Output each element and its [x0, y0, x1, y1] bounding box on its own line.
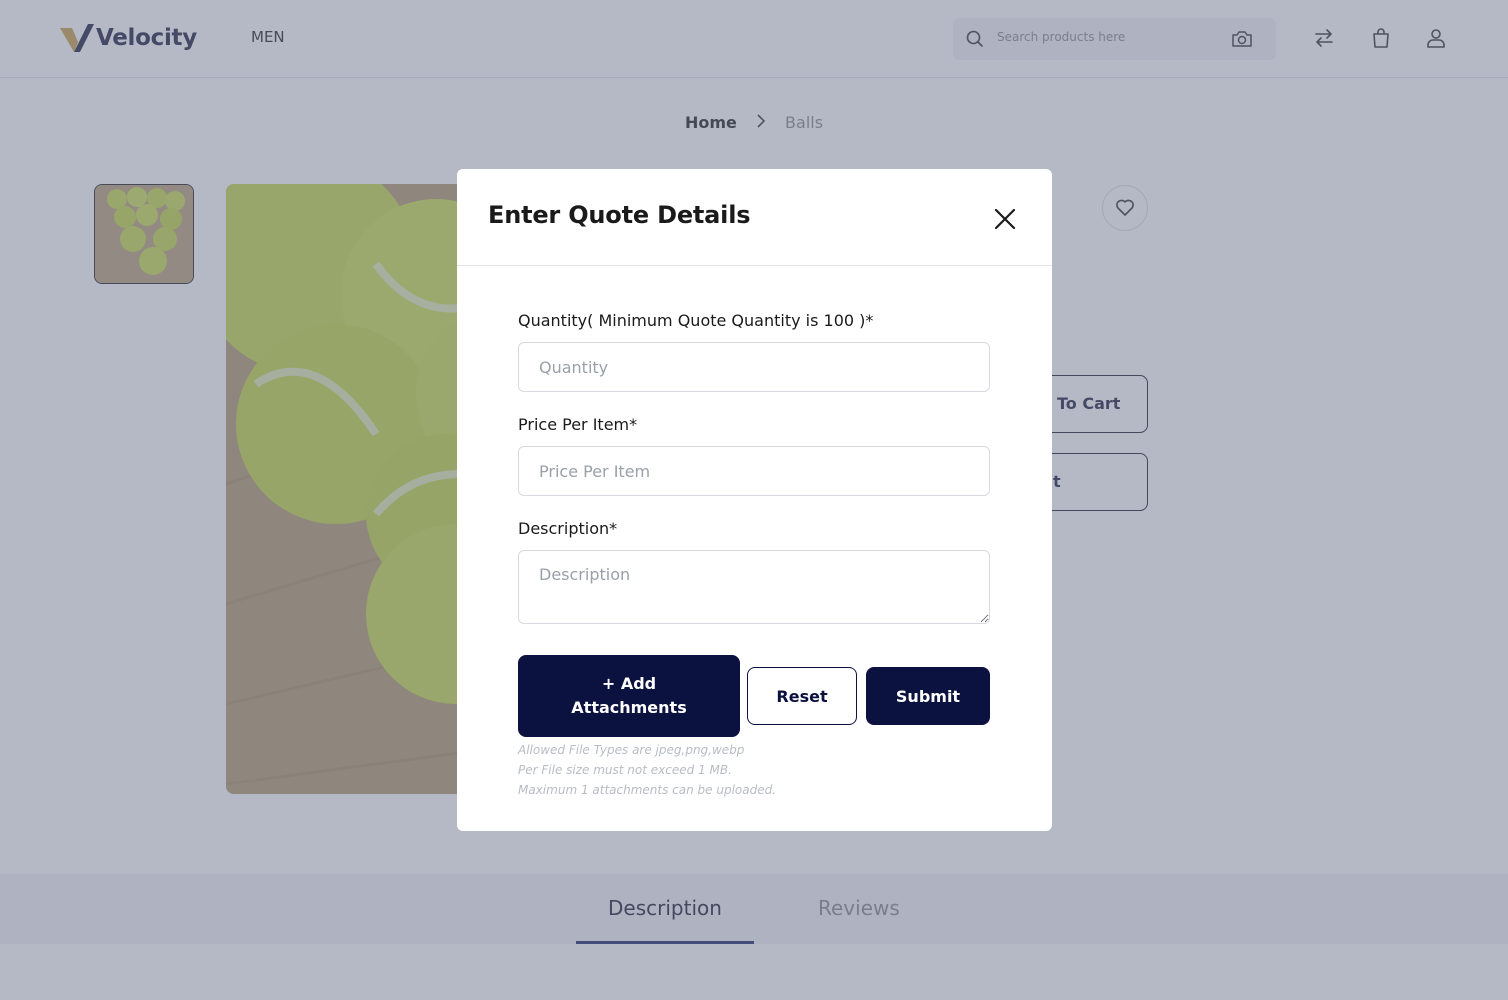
add-attachments-button[interactable]: + Add Attachments — [518, 655, 740, 737]
reset-button[interactable]: Reset — [747, 667, 857, 725]
description-label: Description* — [518, 519, 618, 538]
quantity-label: Quantity( Minimum Quote Quantity is 100 … — [518, 311, 874, 330]
attachment-note-max-count: Maximum 1 attachments can be uploaded. — [518, 783, 777, 797]
modal-title: Enter Quote Details — [488, 201, 751, 229]
quantity-input[interactable] — [518, 342, 990, 392]
attachment-note-file-types: Allowed File Types are jpeg,png,webp — [518, 743, 745, 757]
description-textarea[interactable] — [518, 550, 990, 624]
submit-button[interactable]: Submit — [866, 667, 990, 725]
modal-divider — [457, 265, 1052, 266]
close-icon[interactable] — [991, 205, 1019, 233]
attachment-note-file-size: Per File size must not exceed 1 MB. — [518, 763, 732, 777]
price-per-item-input[interactable] — [518, 446, 990, 496]
price-label: Price Per Item* — [518, 415, 638, 434]
quote-modal: Enter Quote Details Quantity( Minimum Qu… — [457, 169, 1052, 831]
